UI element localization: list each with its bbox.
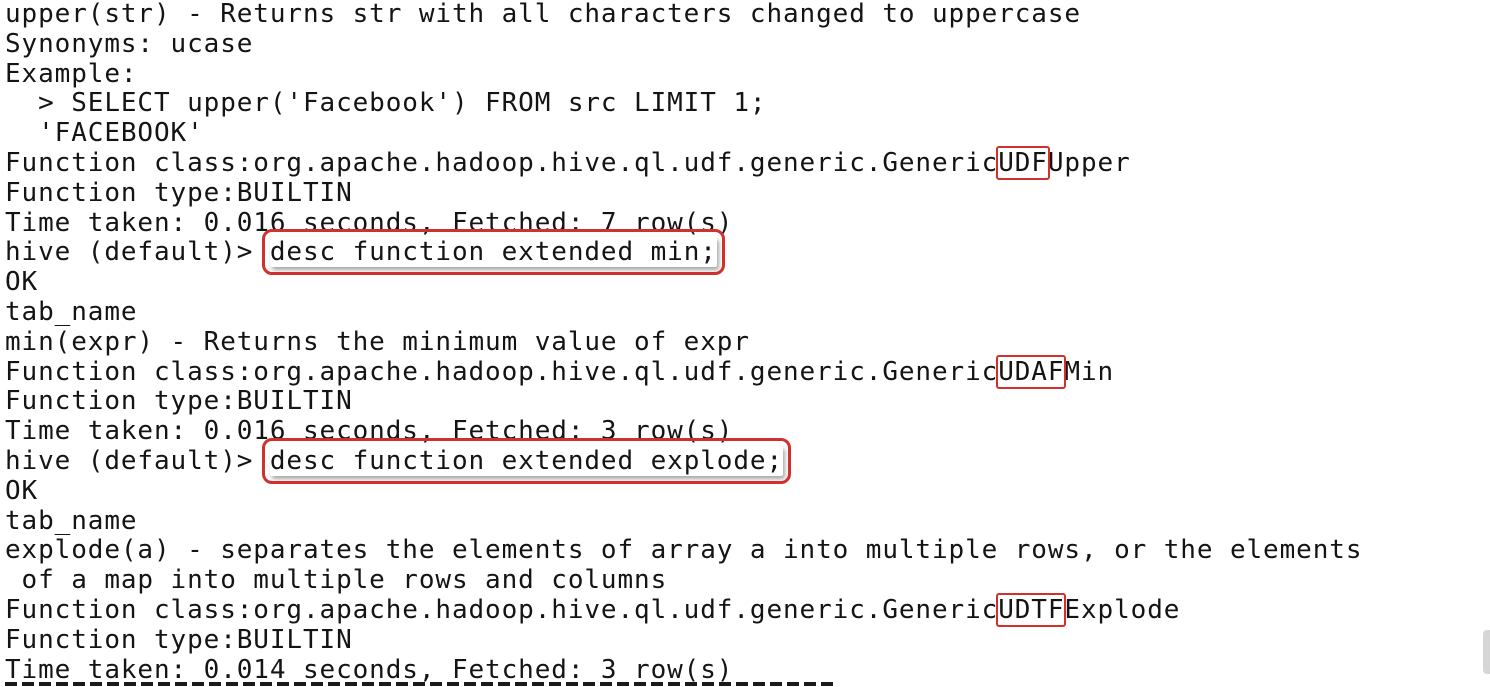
terminal-line: explode(a) - separates the elements of a… <box>5 535 1363 566</box>
udaf-highlight: UDAF <box>996 354 1067 389</box>
command-line: hive (default)> desc function extended m… <box>5 229 1490 276</box>
function-class-prefix: Function class:org.apache.hadoop.hive.ql… <box>5 147 999 178</box>
terminal-line: tab_name <box>5 505 138 536</box>
terminal-line: 'FACEBOOK' <box>5 118 204 149</box>
function-class-line: Function class:org.apache.hadoop.hive.ql… <box>5 145 1490 180</box>
hive-prompt: hive (default)> <box>5 237 270 268</box>
udf-highlight: UDF <box>996 145 1050 180</box>
function-class-prefix: Function class:org.apache.hadoop.hive.ql… <box>5 356 999 387</box>
function-class-line: Function class:org.apache.hadoop.hive.ql… <box>5 592 1490 627</box>
terminal-line: OK <box>5 475 39 506</box>
function-class-prefix: Function class:org.apache.hadoop.hive.ql… <box>5 594 999 625</box>
terminal-line: Function type:BUILTIN <box>5 386 353 417</box>
udtf-highlight: UDTF <box>996 592 1067 627</box>
function-class-suffix: Upper <box>1047 147 1131 178</box>
function-class-suffix: Explode <box>1064 594 1181 625</box>
terminal-line: upper(str) - Returns str with all charac… <box>5 0 1081 29</box>
terminal-line: of a map into multiple rows and columns <box>5 565 668 596</box>
hive-prompt: hive (default)> <box>5 445 270 476</box>
terminal-line: Example: <box>5 58 138 89</box>
terminal-line: tab_name <box>5 296 138 327</box>
function-class-suffix: Min <box>1064 356 1115 387</box>
terminal-line: Time taken: 0.016 seconds, Fetched: 7 ro… <box>5 207 734 238</box>
terminal-line: Synonyms: ucase <box>5 28 254 59</box>
command-line: hive (default)> desc function extended e… <box>5 437 1490 484</box>
command-highlight-explode: desc function extended explode; <box>261 437 792 484</box>
terminal-line: OK <box>5 267 39 298</box>
terminal-output[interactable]: upper(str) - Returns str with all charac… <box>0 0 1490 686</box>
function-class-line: Function class:org.apache.hadoop.hive.ql… <box>5 354 1490 389</box>
scrollbar-thumb[interactable] <box>1483 630 1490 674</box>
terminal-line: min(expr) - Returns the minimum value of… <box>5 326 750 357</box>
terminal-line: > SELECT upper('Facebook') FROM src LIMI… <box>5 88 767 119</box>
terminal-line: Function type:BUILTIN <box>5 624 353 655</box>
terminal-line: Function type:BUILTIN <box>5 177 353 208</box>
terminal-line: Time taken: 0.016 seconds, Fetched: 3 ro… <box>5 416 734 447</box>
command-highlight-min: desc function extended min; <box>261 229 725 276</box>
